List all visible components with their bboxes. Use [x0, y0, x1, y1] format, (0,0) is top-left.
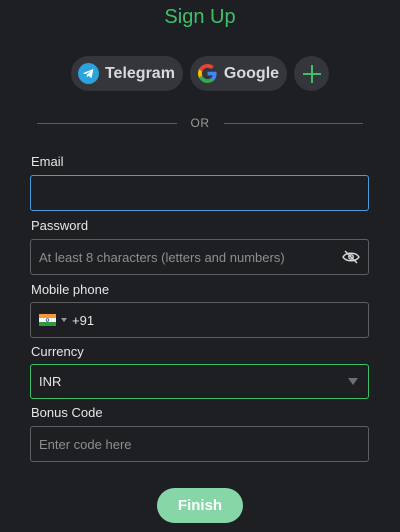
dial-code: +91 — [72, 312, 95, 328]
divider-text: OR — [190, 116, 210, 130]
google-label: Google — [223, 64, 280, 82]
divider-line-left — [37, 122, 177, 124]
dropdown-arrow-icon — [348, 378, 358, 385]
eye-off-icon[interactable] — [342, 250, 360, 264]
bonus-code-label: Bonus Code — [31, 405, 103, 420]
finish-button[interactable]: Finish — [157, 488, 243, 523]
bonus-code-input[interactable] — [39, 436, 360, 452]
telegram-login-button[interactable]: Telegram — [70, 56, 183, 91]
email-field[interactable] — [39, 185, 360, 201]
bonus-code-field-wrapper — [30, 426, 369, 462]
caret-down-icon — [61, 318, 67, 322]
mobile-label: Mobile phone — [31, 282, 110, 297]
email-field-wrapper — [30, 175, 369, 211]
google-login-button[interactable]: Google — [189, 56, 288, 91]
password-field-wrapper — [30, 239, 369, 275]
mobile-phone-input[interactable] — [98, 312, 360, 328]
currency-label: Currency — [31, 344, 84, 359]
plus-icon — [302, 64, 322, 84]
mobile-field-wrapper: +91 — [30, 302, 369, 338]
social-login-row: Telegram Google — [0, 56, 400, 91]
password-label: Password — [31, 218, 89, 233]
google-icon — [197, 63, 218, 84]
page-title: Sign Up — [164, 6, 236, 28]
more-login-options-button[interactable] — [294, 56, 330, 91]
divider-line-right — [223, 122, 363, 124]
currency-select[interactable]: INR — [30, 364, 369, 399]
country-code-selector[interactable] — [39, 314, 67, 326]
email-label: Email — [31, 154, 64, 169]
telegram-label: Telegram — [104, 64, 175, 82]
india-flag-icon — [39, 314, 56, 326]
currency-selected-value: INR — [39, 374, 62, 389]
password-field[interactable] — [39, 249, 342, 265]
telegram-icon — [77, 63, 99, 84]
or-divider: OR — [37, 115, 363, 131]
